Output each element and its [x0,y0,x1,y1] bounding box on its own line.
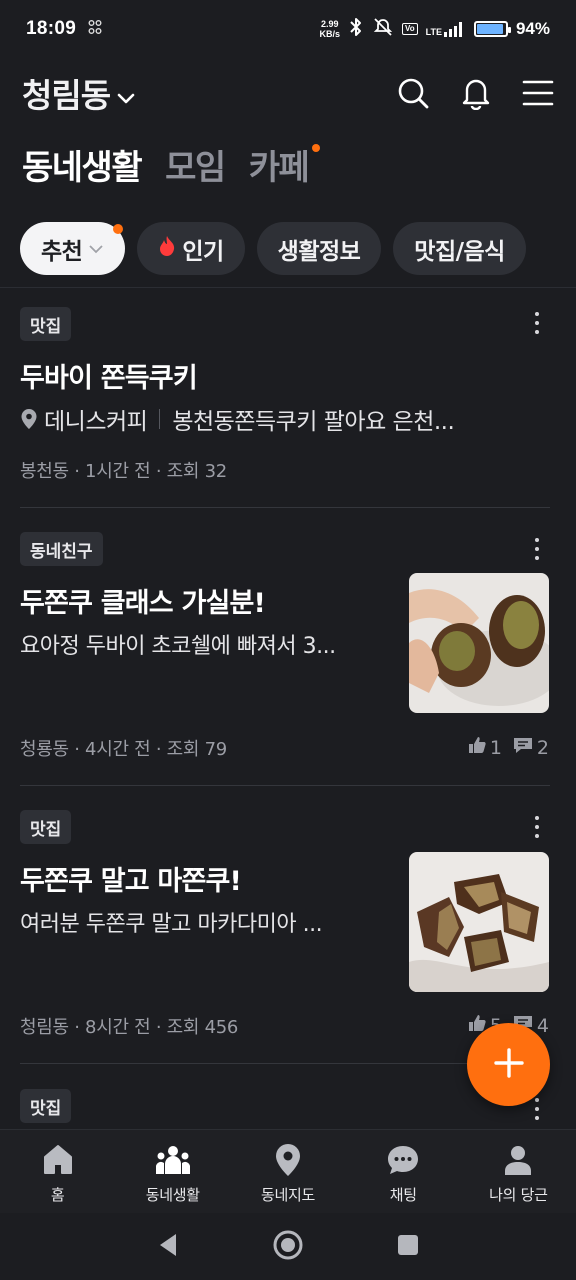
grid-notification-icon [88,19,102,39]
map-pin-icon [274,1142,302,1178]
status-bar: 18:09 2.99 KB/s Vo LTE 94% [0,0,576,58]
recents-icon[interactable] [396,1233,420,1261]
menu-icon[interactable] [522,79,554,107]
comment-icon [512,735,534,760]
thumbs-up-icon [467,735,487,760]
post-body: 여러분 두쫀쿠 말고 마카다미아 ... [20,912,323,937]
post-item[interactable]: 맛집 두쫀쿠 말고 마쫀쿠! 여러분 두쫀쿠 말고 마카다미아 ... 청림동 … [0,786,576,1064]
nav-label: 동네지도 [261,1186,316,1204]
post-place: 데니스커피 [44,409,148,435]
post-stats: 1 2 [467,735,549,760]
top-tabs: 동네생활 모임 카페 [22,140,321,189]
home-icon [41,1142,75,1178]
tab-cafe-label: 카페 [248,148,310,188]
post-thumbnail [409,573,549,713]
status-time: 18:09 [26,18,77,39]
post-item[interactable]: 동네친구 두쫀쿠 클래스 가실분! 요아정 두바이 초코쉘에 빠져서 3... … [0,508,576,786]
app-header: 청림동 [0,62,576,124]
nav-home[interactable]: 홈 [0,1130,115,1213]
chat-icon [386,1142,420,1178]
nav-label: 동네생활 [145,1186,200,1204]
bell-icon[interactable] [460,76,492,110]
chip-life-info[interactable]: 생활정보 [256,222,382,275]
plus-icon [493,1047,524,1082]
location-label: 청림동 [22,76,111,115]
bottom-navigation: 홈 동네생활 동네지도 채팅 나의 당근 [0,1129,576,1213]
post-title: 두쫀쿠 클래스 가실분! [20,588,266,619]
chip-food[interactable]: 맛집/음식 [393,222,526,275]
nav-label: 채팅 [389,1186,417,1204]
post-title: 두쫀쿠 말고 마쫀쿠! [20,866,242,897]
post-meta: 청룡동 · 4시간 전 · 조회 79 [20,739,227,760]
nav-label: 홈 [50,1186,65,1204]
post-tag: 맛집 [20,307,72,341]
like-count: 1 [467,735,502,760]
post-title: 두바이 쫀득쿠키 [20,363,198,394]
nav-label: 나의 당근 [489,1186,548,1204]
more-options-icon[interactable] [534,538,540,565]
chip-recommended[interactable]: 추천 [20,222,126,275]
tab-community[interactable]: 동네생활 [22,140,143,189]
volte-icon: Vo [401,23,418,35]
search-icon[interactable] [396,76,430,110]
comment-count: 2 [512,735,549,760]
nav-community[interactable]: 동네생활 [115,1130,230,1213]
system-navigation-bar [0,1213,576,1280]
more-options-icon[interactable] [534,1098,540,1125]
mute-icon [372,17,394,41]
network-speed: 2.99 KB/s [319,19,340,39]
nav-chat[interactable]: 채팅 [346,1130,461,1213]
signal-icon: LTE [426,21,466,37]
post-body: 봉천동쫀득쿠키 팔아요 은천... [172,409,455,435]
chip-label: 인기 [182,238,224,265]
more-options-icon[interactable] [534,312,540,339]
nav-map[interactable]: 동네지도 [230,1130,345,1213]
chip-label: 생활정보 [277,238,361,265]
bluetooth-icon [348,17,364,41]
chip-popular[interactable]: 인기 [137,222,245,275]
post-meta: 봉천동 · 1시간 전 · 조회 32 [20,461,227,482]
battery-icon [473,21,511,37]
new-dot-badge [312,144,321,152]
battery-percent: 94% [515,19,550,38]
chip-label: 추천 [41,238,83,265]
post-thumbnail [409,852,549,992]
post-item[interactable]: 맛집 두바이 쫀득쿠키 데니스커피 봉천동쫀득쿠키 팔아요 은천... 봉천동 … [0,288,576,508]
map-pin-icon [20,408,38,430]
post-tag: 동네친구 [20,532,103,566]
post-tag: 맛집 [20,810,72,844]
tab-cafe[interactable]: 카페 [248,140,321,189]
location-selector[interactable]: 청림동 [22,69,136,117]
chevron-down-icon [88,239,104,258]
fire-icon [158,235,176,263]
tab-meetups[interactable]: 모임 [165,140,226,189]
chevron-down-icon [116,74,136,113]
nav-my-carrot[interactable]: 나의 당근 [461,1130,576,1213]
back-icon[interactable] [156,1232,180,1262]
new-dot-badge [113,224,124,234]
more-options-icon[interactable] [534,816,540,843]
write-post-button[interactable] [467,1023,550,1106]
post-place-line: 데니스커피 봉천동쫀득쿠키 팔아요 은천... [20,402,455,436]
chip-label: 맛집/음식 [414,238,505,265]
home-circle-icon[interactable] [272,1229,304,1265]
post-tag: 맛집 [20,1089,72,1123]
community-icon [155,1142,191,1178]
person-icon [503,1142,533,1178]
post-meta: 청림동 · 8시간 전 · 조회 456 [20,1017,239,1038]
category-chips: 추천 인기 생활정보 맛집/음식 [20,222,526,275]
post-body: 요아정 두바이 초코쉘에 빠져서 3... [20,634,336,659]
